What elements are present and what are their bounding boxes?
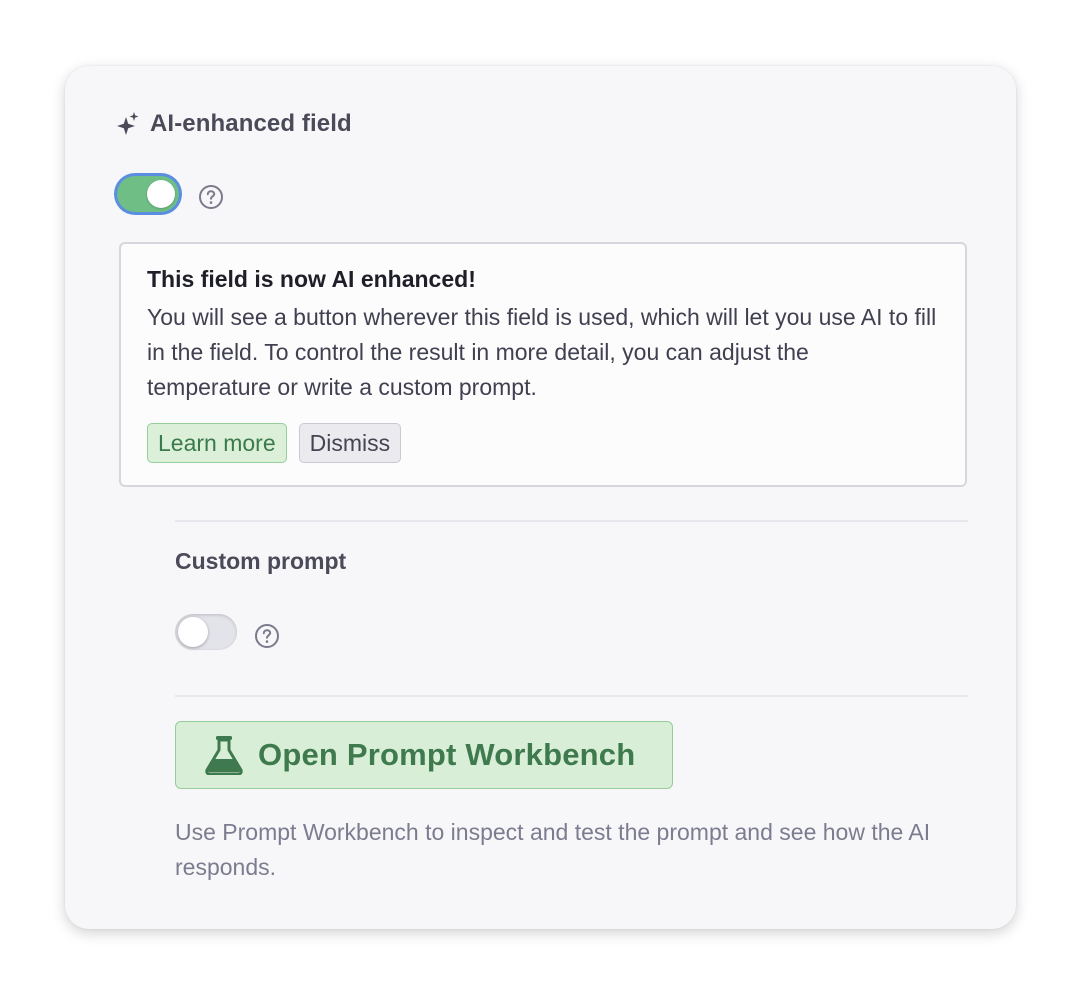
field-title: AI-enhanced field xyxy=(150,110,352,137)
notice-body: You will see a button wherever this fiel… xyxy=(147,304,937,400)
custom-prompt-toggle[interactable] xyxy=(175,614,237,650)
help-icon[interactable] xyxy=(198,184,224,210)
toggle-knob xyxy=(178,617,208,647)
notice-actions: Learn more Dismiss xyxy=(147,423,939,463)
learn-more-button[interactable]: Learn more xyxy=(147,423,287,463)
flask-icon xyxy=(204,735,244,775)
field-header: AI-enhanced field xyxy=(116,110,352,138)
divider xyxy=(175,520,968,522)
ai-enhanced-toggle[interactable] xyxy=(117,176,179,212)
help-icon[interactable] xyxy=(254,623,280,649)
workbench-button-label: Open Prompt Workbench xyxy=(258,737,636,772)
sparkle-icon xyxy=(116,111,140,137)
open-prompt-workbench-button[interactable]: Open Prompt Workbench xyxy=(175,721,673,789)
notice-title: This field is now AI enhanced! xyxy=(147,266,476,292)
divider xyxy=(175,695,968,697)
workbench-description: Use Prompt Workbench to inspect and test… xyxy=(175,819,931,880)
custom-prompt-title: Custom prompt xyxy=(175,548,347,574)
toggle-knob xyxy=(147,180,175,208)
ai-enhanced-notice: This field is now AI enhanced! You will … xyxy=(119,242,967,487)
dismiss-button[interactable]: Dismiss xyxy=(298,423,402,463)
